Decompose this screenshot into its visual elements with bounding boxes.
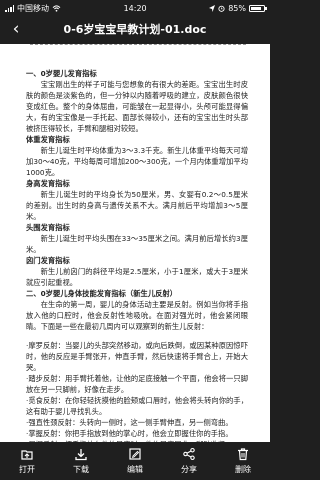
status-right: 85%: [209, 3, 267, 13]
back-icon[interactable]: ‹: [6, 19, 26, 39]
section-heading: 体重发育指标: [26, 135, 70, 144]
section-heading: 一、0岁婴儿发育指标: [26, 69, 97, 78]
status-time: 14:20: [123, 3, 147, 13]
download-icon: [75, 449, 87, 461]
paragraph: ·觅食反射：在你轻轻抚摸他的脸颊或口唇时，他会将头转向你的手，这有助于婴儿寻找乳…: [26, 396, 248, 416]
share-button[interactable]: 分享: [164, 447, 214, 475]
paragraph: ·摩罗反射：当婴儿的头部突然移动，或向后跌倒，或因某种原因惊吓时，他的反应是手臂…: [26, 341, 248, 372]
page-divider: [30, 44, 246, 51]
delete-button[interactable]: 删除: [218, 447, 268, 475]
open-button[interactable]: 打开: [2, 447, 52, 475]
section-heading: 身高发育指标: [26, 179, 70, 188]
status-bar: 中国移动 14:20 85%: [0, 0, 270, 16]
paragraph: 在生命的第一周，婴儿的身体活动主要是反射。例如当你将手指放入他的口腔时，他会反射…: [26, 300, 248, 331]
paragraph: 新生儿前囟门的斜径平均是2.5厘米，小于1厘米，或大于3厘米就应引起重视。: [26, 267, 248, 287]
document-title: 0-6岁宝宝早教计划-01.doc: [63, 23, 207, 36]
paragraph: 新生儿诞生时平均头围在33～35厘米之间。满月前后增长约3厘米。: [26, 234, 248, 254]
toolbar-label: 打开: [19, 465, 35, 474]
signal-icon: [5, 5, 14, 12]
bottom-toolbar: 打开 下载 编辑 分享 删除: [0, 442, 270, 480]
nav-bar: ‹ 0-6岁宝宝早教计划-01.doc: [0, 16, 270, 42]
section-heading: 二、0岁婴儿身体技能发育指标（新生儿反射）: [26, 289, 178, 298]
paragraph: 新生儿诞生时的平均身长为50厘米，男、女婴有0.2～0.5厘米的差别。出生时的身…: [26, 190, 248, 221]
delete-icon: [238, 448, 248, 461]
document-page[interactable]: 一、0岁婴儿发育指标宝宝刚出生的样子可能与您想象的有很大的差距。宝宝出生时皮肤的…: [0, 44, 270, 442]
carrier-label: 中国移动: [17, 3, 49, 13]
wifi-icon: [52, 4, 61, 12]
status-left: 中国移动: [5, 3, 61, 14]
edit-icon: [129, 448, 141, 460]
document-body: 一、0岁婴儿发育指标宝宝刚出生的样子可能与您想象的有很大的差距。宝宝出生时皮肤的…: [26, 68, 248, 442]
open-icon: [21, 450, 33, 460]
section-heading: 头围发育指标: [26, 223, 70, 232]
location-icon: [209, 4, 216, 12]
paragraph: ·踏步反射：用手臂托着他，让他的足底接触一个平面，他会将一只脚放在另一只脚前，好…: [26, 374, 248, 394]
download-button[interactable]: 下载: [56, 447, 106, 475]
toolbar-label: 删除: [235, 465, 251, 474]
paragraph: 新生儿诞生时平均体重为3～3.3千克。新生儿体重平均每天可增加30～40克，平均…: [26, 146, 248, 177]
share-icon: [183, 447, 195, 461]
battery-icon: [249, 4, 267, 12]
paragraph: ·强直性颈反射：头转向一侧时，这一侧手臂伸直，另一侧弯曲。: [26, 418, 233, 427]
alarm-icon: [218, 5, 225, 12]
toolbar-label: 下载: [73, 465, 89, 474]
battery-percent: 85%: [228, 3, 246, 13]
edit-button[interactable]: 编辑: [110, 447, 160, 475]
section-heading: 囟门发育指标: [26, 256, 70, 265]
paragraph: ·掌握反射：你把手指放到他的掌心时，他会立即握住你的手指。: [26, 429, 233, 438]
paragraph: 宝宝刚出生的样子可能与您想象的有很大的差距。宝宝出生时皮肤的颜色是淡紫色的，但一…: [26, 80, 248, 133]
toolbar-label: 编辑: [127, 465, 143, 474]
toolbar-label: 分享: [181, 465, 197, 474]
